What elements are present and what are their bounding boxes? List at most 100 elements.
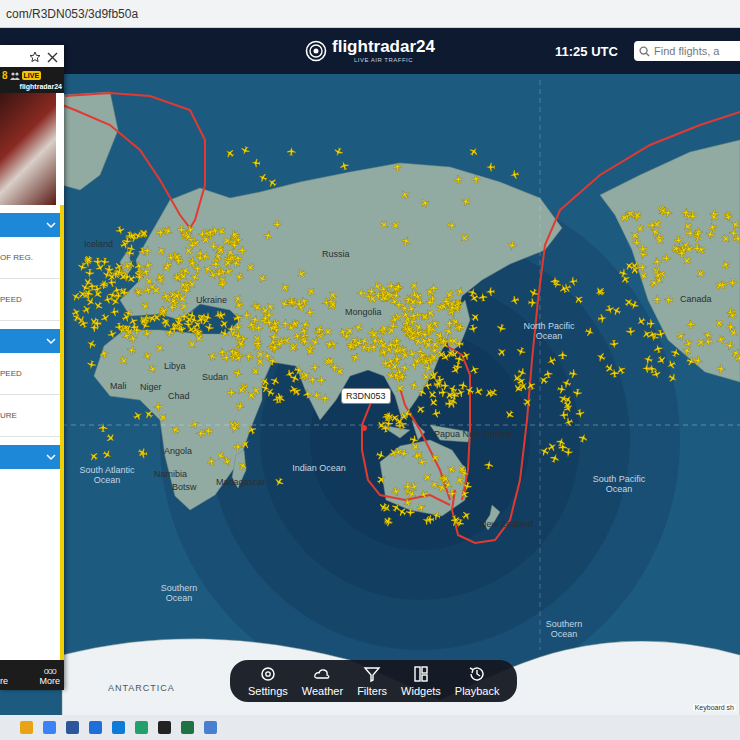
aircraft-icon[interactable]: [269, 318, 281, 330]
aircraft-icon[interactable]: [390, 501, 402, 513]
aircraft-icon[interactable]: [195, 314, 207, 326]
aircraft-icon[interactable]: [647, 319, 656, 328]
aircraft-icon[interactable]: [106, 277, 116, 287]
aircraft-icon[interactable]: [249, 365, 262, 378]
aircraft-icon[interactable]: [415, 502, 427, 514]
aircraft-icon[interactable]: [728, 326, 740, 338]
aircraft-icon[interactable]: [315, 325, 325, 335]
aircraft-icon[interactable]: [414, 403, 427, 416]
aircraft-icon[interactable]: [233, 299, 245, 311]
aircraft-icon[interactable]: [119, 238, 131, 250]
aircraft-icon[interactable]: [233, 368, 244, 379]
aircraft-icon[interactable]: [392, 354, 402, 364]
aircraft-icon[interactable]: [468, 324, 479, 335]
aircraft-icon[interactable]: [432, 377, 444, 389]
aircraft-icon[interactable]: [555, 436, 566, 447]
aircraft-icon[interactable]: [273, 476, 285, 488]
aircraft-icon[interactable]: [412, 335, 424, 347]
aircraft-icon[interactable]: [716, 364, 726, 374]
aircraft-icon[interactable]: [269, 332, 279, 342]
aircraft-icon[interactable]: [70, 306, 82, 318]
aircraft-icon[interactable]: [695, 244, 707, 256]
aircraft-icon[interactable]: [118, 355, 131, 368]
aircraft-icon[interactable]: [460, 349, 472, 361]
aircraft-icon[interactable]: [272, 220, 282, 230]
aircraft-icon[interactable]: [723, 212, 734, 223]
aircraft-icon[interactable]: [222, 256, 235, 269]
aircraft-icon[interactable]: [280, 319, 290, 329]
aircraft-icon[interactable]: [303, 345, 315, 357]
aircraft-icon[interactable]: [385, 324, 398, 337]
aircraft-icon[interactable]: [124, 248, 135, 259]
aircraft-icon[interactable]: [193, 264, 203, 274]
aircraft-icon[interactable]: [388, 321, 398, 331]
aircraft-icon[interactable]: [651, 369, 662, 380]
address-bar[interactable]: com/R3DN053/3d9fb50a: [0, 0, 740, 28]
aircraft-icon[interactable]: [279, 281, 292, 294]
aircraft-icon[interactable]: [285, 295, 298, 308]
aircraft-icon[interactable]: [468, 363, 480, 375]
aircraft-icon[interactable]: [122, 261, 133, 272]
aircraft-icon[interactable]: [181, 285, 192, 296]
url-text[interactable]: com/R3DN053/3d9fb50a: [6, 7, 138, 21]
aircraft-icon[interactable]: [377, 339, 390, 352]
app-icon[interactable]: [43, 721, 56, 734]
aircraft-icon[interactable]: [233, 323, 243, 333]
aircraft-icon[interactable]: [217, 279, 227, 289]
aircraft-icon[interactable]: [394, 300, 404, 310]
aircraft-icon[interactable]: [628, 229, 641, 242]
aircraft-icon[interactable]: [115, 225, 126, 236]
aircraft-icon[interactable]: [413, 448, 426, 461]
aircraft-icon[interactable]: [460, 196, 472, 208]
aircraft-icon[interactable]: [408, 279, 421, 292]
aircraft-icon[interactable]: [329, 362, 339, 372]
aircraft-icon[interactable]: [389, 314, 400, 325]
aircraft-icon[interactable]: [85, 268, 95, 278]
aircraft-icon[interactable]: [162, 225, 174, 237]
aircraft-icon[interactable]: [528, 287, 540, 299]
panel-button[interactable]: re: [0, 676, 8, 686]
toolbar-button[interactable]: Settings: [248, 665, 288, 697]
aircraft-icon[interactable]: [178, 300, 191, 313]
aircraft-icon[interactable]: [78, 318, 90, 330]
aircraft-icon[interactable]: [154, 342, 167, 355]
aircraft-icon[interactable]: [662, 254, 671, 263]
aircraft-icon[interactable]: [356, 289, 365, 298]
aircraft-icon[interactable]: [685, 356, 697, 368]
aircraft-icon[interactable]: [210, 225, 221, 236]
aircraft-icon[interactable]: [637, 270, 649, 282]
aircraft-icon[interactable]: [320, 393, 330, 403]
aircraft-icon[interactable]: [132, 286, 144, 298]
aircraft-icon[interactable]: [419, 197, 431, 209]
aircraft-icon[interactable]: [705, 229, 716, 240]
aircraft-icon[interactable]: [278, 298, 290, 310]
aircraft-icon[interactable]: [577, 432, 589, 444]
aircraft-icon[interactable]: [408, 481, 420, 493]
aircraft-icon[interactable]: [267, 356, 278, 367]
aircraft-icon[interactable]: [379, 292, 391, 304]
aircraft-icon[interactable]: [287, 298, 297, 308]
aircraft-icon[interactable]: [310, 362, 320, 372]
aircraft-icon[interactable]: [368, 342, 378, 352]
aircraft-icon[interactable]: [305, 285, 318, 298]
aircraft-icon[interactable]: [393, 382, 406, 395]
aircraft-icon[interactable]: [667, 372, 679, 384]
aircraft-icon[interactable]: [146, 312, 159, 325]
aircraft-icon[interactable]: [287, 342, 300, 355]
section-header[interactable]: [0, 213, 60, 237]
aircraft-icon[interactable]: [388, 447, 400, 459]
aircraft-icon[interactable]: [389, 361, 402, 374]
aircraft-icon[interactable]: [257, 172, 269, 184]
aircraft-icon[interactable]: [383, 410, 395, 422]
aircraft-icon[interactable]: [409, 311, 419, 321]
toolbar-button[interactable]: Weather: [302, 665, 343, 697]
app-icon[interactable]: [204, 721, 217, 734]
aircraft-icon[interactable]: [300, 319, 311, 330]
aircraft-icon[interactable]: [91, 288, 104, 301]
aircraft-icon[interactable]: [609, 339, 619, 349]
aircraft-icon[interactable]: [467, 287, 478, 298]
aircraft-icon[interactable]: [720, 233, 733, 246]
aircraft-icon[interactable]: [218, 317, 231, 330]
aircraft-icon[interactable]: [302, 389, 312, 399]
aircraft-icon[interactable]: [398, 410, 410, 422]
